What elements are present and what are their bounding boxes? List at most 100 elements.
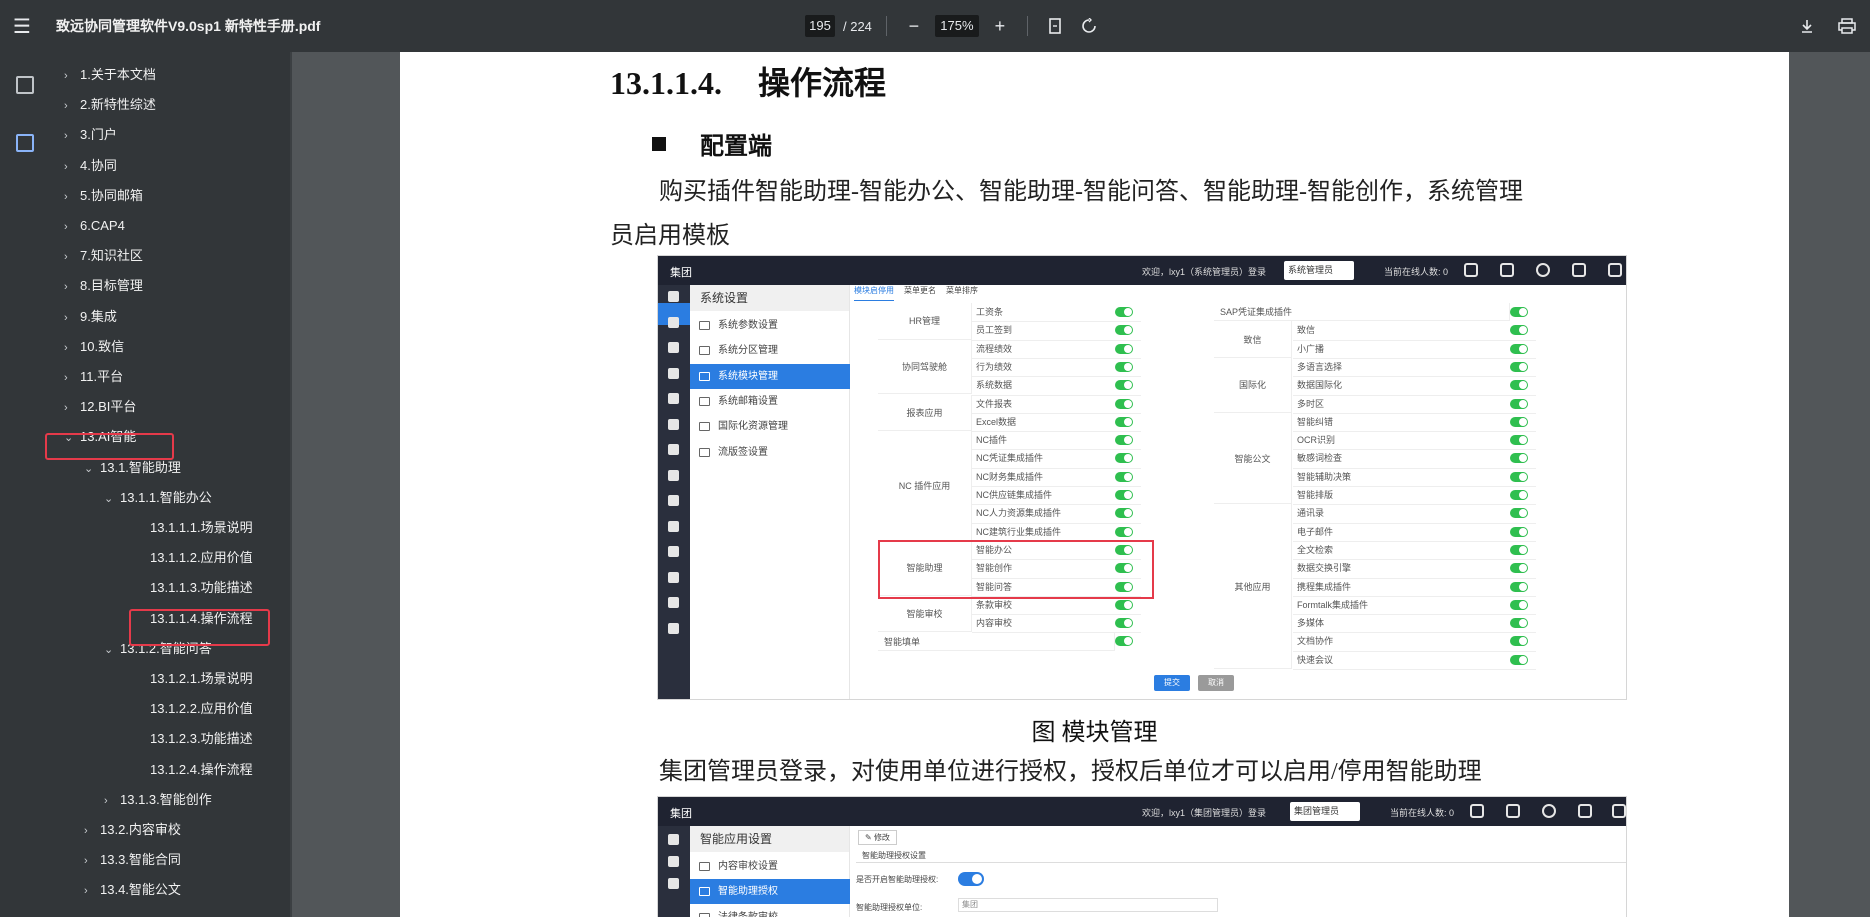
chevron-right-icon[interactable]: › (64, 276, 80, 298)
square-bullet-icon (652, 137, 666, 151)
menu-item: 智能助理授权 (690, 879, 850, 905)
outline-item[interactable]: › 11.平台 (64, 366, 123, 388)
outline-item[interactable]: › 13.2.内容审校 (84, 819, 181, 841)
module-name: NC凭证集成插件 (976, 453, 1043, 464)
ai-settings-menu: 智能应用设置 内容审校设置智能助理授权法律条款审校 (690, 826, 850, 917)
page-number-input[interactable]: 195 (805, 15, 835, 37)
chevron-right-icon[interactable]: › (64, 216, 80, 238)
chevron-right-icon[interactable]: › (64, 337, 80, 359)
row-divider (1293, 339, 1536, 341)
module-name: 文档协作 (1297, 636, 1334, 647)
outline-icon[interactable] (16, 134, 34, 152)
outline-item[interactable]: › 9.集成 (64, 306, 117, 328)
tab-bar: 模块启停用 菜单更名 菜单排序 (850, 285, 978, 301)
outline-item[interactable]: › 4.协同 (64, 155, 117, 177)
chevron-right-icon[interactable]: › (64, 307, 80, 329)
module-toggle (1510, 416, 1528, 427)
row-divider (1293, 614, 1536, 616)
brand-label: 集团 (670, 267, 692, 279)
module-toggle (1115, 398, 1133, 409)
rail-icon (668, 291, 679, 302)
sidebar: › 1.关于本文档 › 2.新特性综述 › 3.门户 › 4.协同 › 5.协同邮箱 › 6.CAP4… (0, 52, 292, 917)
chevron-right-icon[interactable]: › (64, 186, 80, 208)
chevron-right-icon[interactable]: › (104, 790, 120, 812)
outline-item[interactable]: 13.1.2.2.应用价值 (134, 698, 253, 720)
pdf-viewer[interactable]: 13.1.1.4. 操作流程 配置端 购买插件智能助理-智能办公、智能助理-智能问… (292, 52, 1870, 917)
module-table-area: 模块启停用 菜单更名 菜单排序 HR管理 工资条 员工签到 协同驾驶舱 流程绩效 行为绩效 系统… (850, 285, 1626, 699)
module-name: 智能纠错 (1297, 416, 1334, 427)
rail-icon (668, 834, 679, 845)
submit-button: 提交 (1154, 675, 1190, 691)
outline-item[interactable]: › 1.关于本文档 (64, 64, 156, 86)
bullet-text: 配置端 (700, 134, 772, 160)
menu-item-label: 内容审校设置 (718, 861, 778, 872)
chevron-right-icon[interactable]: › (64, 246, 80, 268)
outline-item-label: 13.1.2.1.场景说明 (150, 671, 253, 686)
outline-item[interactable]: 13.1.1.2.应用价值 (134, 547, 253, 569)
module-group-label: 国际化 (1214, 357, 1292, 413)
rotate-icon[interactable] (1076, 13, 1102, 39)
outline-item[interactable]: › 3.门户 (64, 124, 117, 146)
module-toggle (1510, 471, 1528, 482)
total-pages: / 224 (843, 18, 872, 34)
pdf-toolbar: ☰ 致远协同管理软件V9.0sp1 新特性手册.pdf 195 / 224 − … (0, 0, 1870, 52)
save-icon (1578, 804, 1592, 818)
module-toggle (1115, 325, 1133, 336)
outline-item[interactable]: › 13.4.智能公文 (84, 879, 181, 901)
zoom-in-icon[interactable]: + (987, 13, 1013, 39)
chevron-right-icon[interactable]: › (64, 65, 80, 87)
download-icon[interactable] (1794, 13, 1820, 39)
outline-item-label: 13.1.1.3.功能描述 (150, 580, 253, 596)
chevron-down-icon[interactable]: ⌄ (104, 639, 120, 661)
outline-item[interactable]: › 10.致信 (64, 336, 124, 358)
chevron-down-icon[interactable]: ⌄ (84, 458, 100, 480)
chevron-down-icon[interactable]: ⌄ (104, 488, 120, 510)
menu-item-icon (699, 371, 710, 381)
outline-item[interactable]: 13.1.2.1.场景说明 (134, 668, 253, 690)
pdf-page: 13.1.1.4. 操作流程 配置端 购买插件智能助理-智能办公、智能助理-智能问… (400, 52, 1789, 917)
outline-item[interactable]: › 13.3.智能合同 (84, 849, 181, 871)
module-toggle (1510, 526, 1528, 537)
outline-item[interactable]: › 13.1.3.智能创作 (104, 789, 212, 811)
edit-label: 修改 (873, 833, 890, 842)
module-toggle (1510, 636, 1528, 647)
module-group-label: 报表应用 (878, 394, 972, 432)
outline-item[interactable]: › 2.新特性综述 (64, 94, 156, 116)
chevron-right-icon[interactable]: › (84, 850, 100, 872)
outline-item-label: 7.知识社区 (80, 248, 143, 264)
outline-item[interactable]: ⌄ 13.1.1.智能办公 (104, 487, 212, 509)
outline-item[interactable]: › 7.知识社区 (64, 245, 143, 267)
chevron-right-icon[interactable]: › (64, 367, 80, 389)
chevron-right-icon[interactable]: › (64, 95, 80, 117)
print-icon[interactable] (1834, 13, 1860, 39)
zoom-out-icon[interactable]: − (901, 13, 927, 39)
fit-page-icon[interactable] (1042, 13, 1068, 39)
outline-item[interactable]: › 8.目标管理 (64, 275, 143, 297)
module-toggle (1510, 453, 1528, 464)
menu-item-icon (699, 346, 710, 356)
outline-item[interactable]: 13.1.2.4.操作流程 (134, 759, 253, 781)
outline-item-label: 12.BI平台 (80, 399, 137, 415)
outline-item[interactable]: 13.1.2.3.功能描述 (134, 728, 253, 750)
rail-icon (668, 495, 679, 506)
figure-caption: 图 模块管理 (1031, 720, 1158, 746)
zoom-input[interactable]: 175% (934, 15, 979, 37)
outline-item[interactable]: › 12.BI平台 (64, 396, 136, 418)
chevron-right-icon[interactable]: › (64, 156, 80, 178)
module-toggle (1115, 490, 1133, 500)
outline-item-label: 13.1.3.智能创作 (120, 791, 212, 807)
section-title: 智能助理授权设置 (862, 851, 926, 860)
key-icon (1500, 263, 1514, 277)
outline-item[interactable]: › 5.协同邮箱 (64, 185, 143, 207)
app-navbar: 集团 欢迎，lxy1（系统管理员）登录 系统管理员 当前在线人数: 0 (658, 256, 1626, 285)
chevron-right-icon[interactable]: › (84, 820, 100, 842)
chevron-right-icon[interactable]: › (64, 397, 80, 419)
chevron-right-icon[interactable]: › (84, 880, 100, 902)
menu-icon[interactable]: ☰ (0, 14, 44, 39)
chevron-right-icon[interactable]: › (64, 125, 80, 147)
outline-item[interactable]: 13.1.1.1.场景说明 (134, 517, 253, 539)
thumbnails-icon[interactable] (16, 76, 34, 94)
outline-item[interactable]: 13.1.1.3.功能描述 (134, 577, 253, 599)
outline-item[interactable]: › 6.CAP4 (64, 215, 125, 237)
module-name: 全文检索 (1297, 544, 1334, 555)
